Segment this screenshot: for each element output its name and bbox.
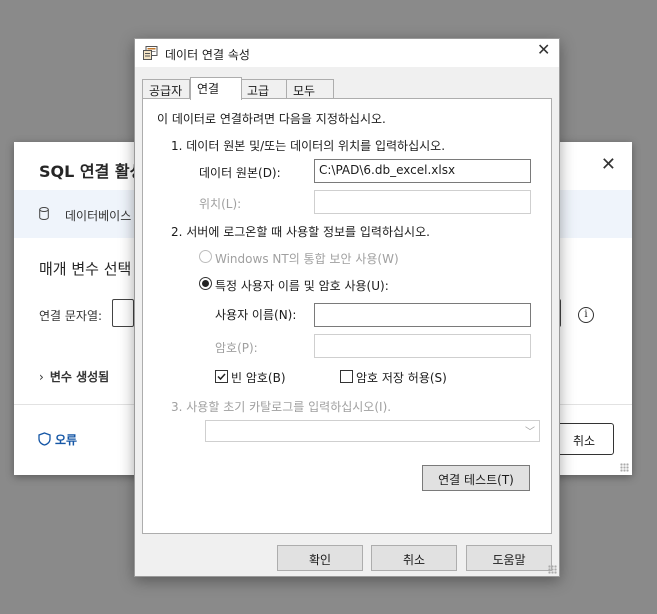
tab-connection[interactable]: 연결: [190, 77, 242, 100]
dialog-titlebar: 데이터 연결 속성 ✕: [135, 39, 559, 67]
tab-connection-label: 연결: [197, 82, 220, 96]
radio-selected-dot: [202, 280, 209, 287]
shield-icon: [38, 432, 51, 446]
chevron-right-icon: ›: [39, 370, 44, 384]
tab-advanced-label: 고급: [247, 84, 270, 98]
allow-save-password-label: 암호 저장 허용(S): [356, 371, 447, 385]
specific-user-label: 특정 사용자 이름 및 암호 사용(U):: [215, 279, 389, 293]
initial-catalog-select[interactable]: ﹀: [205, 420, 540, 442]
location-label: 위치(L):: [199, 197, 242, 211]
tab-provider-label: 공급자: [149, 84, 183, 98]
tab-advanced[interactable]: 고급: [240, 79, 288, 99]
ok-label: 확인: [308, 553, 332, 567]
allow-save-password-checkbox[interactable]: [340, 370, 353, 383]
dialog-title: 데이터 연결 속성: [165, 48, 250, 62]
bg-cancel-button[interactable]: 취소: [554, 423, 614, 455]
windows-nt-radio[interactable]: [199, 250, 212, 263]
tab-all-label: 모두: [293, 84, 316, 98]
close-icon[interactable]: ✕: [537, 42, 551, 58]
sql-dialog-title: SQL 연결 활성: [39, 162, 145, 181]
resize-grip[interactable]: [620, 463, 629, 472]
help-label: 도움말: [492, 553, 526, 567]
username-input[interactable]: [314, 303, 531, 327]
info-icon[interactable]: i: [578, 307, 594, 323]
cancel-button[interactable]: 취소: [371, 545, 457, 571]
section-title: 매개 변수 선택: [39, 260, 132, 278]
tab-provider[interactable]: 공급자: [142, 79, 190, 99]
data-link-properties-dialog: 데이터 연결 속성 ✕ 공급자 연결 고급 모두 이 데이터로 연결하려면 다음…: [134, 38, 560, 577]
variables-label: 변수 생성됨: [49, 370, 110, 384]
error-label: 오류: [55, 433, 78, 447]
variables-toggle[interactable]: › 변수 생성됨: [39, 368, 109, 385]
sql-dialog-close-icon[interactable]: ✕: [601, 154, 616, 175]
step3-text: 3. 사용할 초기 카탈로그를 입력하십시오(I).: [171, 400, 392, 414]
bg-cancel-label: 취소: [573, 434, 596, 448]
help-button[interactable]: 도움말: [466, 545, 552, 571]
password-input[interactable]: [314, 334, 531, 358]
error-link[interactable]: 오류: [38, 431, 77, 448]
step2-text: 2. 서버에 로그온할 때 사용할 정보를 입력하십시오.: [171, 225, 430, 239]
location-input[interactable]: [314, 190, 531, 214]
data-source-input[interactable]: C:\PAD\6.db_excel.xlsx: [314, 159, 531, 183]
intro-text: 이 데이터로 연결하려면 다음을 지정하십시오.: [157, 112, 386, 126]
checkmark-icon: [217, 373, 226, 381]
data-source-value: C:\PAD\6.db_excel.xlsx: [319, 163, 456, 177]
chevron-down-icon: ﹀: [525, 427, 535, 438]
conn-string-input[interactable]: [112, 299, 134, 327]
cancel-label: 취소: [402, 553, 426, 567]
data-source-label: 데이터 원본(D):: [199, 166, 281, 180]
specific-user-radio[interactable]: [199, 277, 212, 290]
database-icon: [39, 207, 49, 220]
data-link-icon: [143, 46, 158, 60]
blank-password-checkbox[interactable]: [215, 370, 228, 383]
test-connection-label: 연결 테스트(T): [438, 473, 514, 487]
dialog-resize-grip[interactable]: [548, 565, 557, 574]
ok-button[interactable]: 확인: [277, 545, 363, 571]
step1-text: 1. 데이터 원본 및/또는 데이터의 위치를 입력하십시오.: [171, 139, 446, 153]
connection-panel: 이 데이터로 연결하려면 다음을 지정하십시오. 1. 데이터 원본 및/또는 …: [142, 98, 552, 534]
username-label: 사용자 이름(N):: [215, 308, 297, 322]
info-banner-text: 데이터베이스: [65, 209, 132, 223]
blank-password-label: 빈 암호(B): [231, 371, 286, 385]
conn-string-label: 연결 문자열:: [39, 309, 103, 323]
tab-all[interactable]: 모두: [286, 79, 334, 99]
password-label: 암호(P):: [215, 341, 258, 355]
windows-nt-label: Windows NT의 통합 보안 사용(W): [215, 252, 399, 266]
test-connection-button[interactable]: 연결 테스트(T): [422, 465, 530, 491]
